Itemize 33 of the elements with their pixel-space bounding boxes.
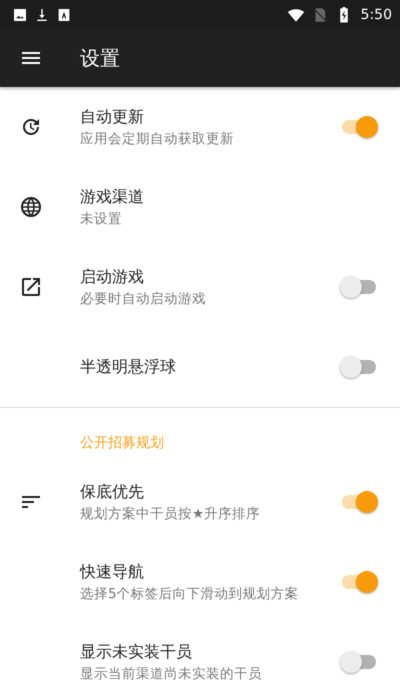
setting-title: 保底优先 [80,482,145,503]
toggle-switch[interactable] [340,116,378,138]
app-icon [56,6,72,22]
clock-time: 5:50 [360,6,392,22]
setting-title: 半透明悬浮球 [80,356,177,378]
screen-title: 设置 [80,44,120,72]
setting-summary: 必要时自动启动游戏 [80,290,207,308]
section-header: 公开招募规划 [79,434,165,453]
setting-row[interactable]: 半透明悬浮球 [0,327,400,407]
setting-title: 显示未实装干员 [80,642,193,663]
setting-title: 自动更新 [80,106,145,128]
setting-summary: 选择5个标签后向下滑动到规划方案 [80,586,300,602]
setting-title: 快速导航 [80,562,145,583]
open-external-icon [19,275,43,299]
setting-row[interactable]: 显示未实装干员 显示当前渠道尚未实装的干员 [0,622,400,700]
setting-summary: 显示当前渠道尚未实装的干员 [80,666,263,682]
setting-summary: 规划方案中干员按★升序排序 [80,506,262,522]
setting-summary: 未设置 [80,210,123,228]
toggle-switch[interactable] [340,276,378,298]
setting-row[interactable]: 启动游戏 必要时自动启动游戏 [0,247,400,327]
setting-row[interactable]: 快速导航 选择5个标签后向下滑动到规划方案 [0,542,400,622]
toggle-switch[interactable] [340,491,378,513]
toggle-switch[interactable] [340,356,378,378]
setting-summary: 应用会定期自动获取更新 [80,130,235,148]
setting-row[interactable]: 保底优先 规划方案中干员按★升序排序 [0,462,400,542]
setting-title: 启动游戏 [80,266,145,288]
setting-row[interactable]: 游戏渠道 未设置 [0,167,400,247]
setting-title: 游戏渠道 [80,186,145,208]
toggle-switch[interactable] [340,571,378,593]
setting-row[interactable]: 自动更新 应用会定期自动获取更新 [0,87,400,167]
globe-icon [19,195,43,219]
toggle-switch[interactable] [340,651,378,673]
image-icon [12,6,28,22]
